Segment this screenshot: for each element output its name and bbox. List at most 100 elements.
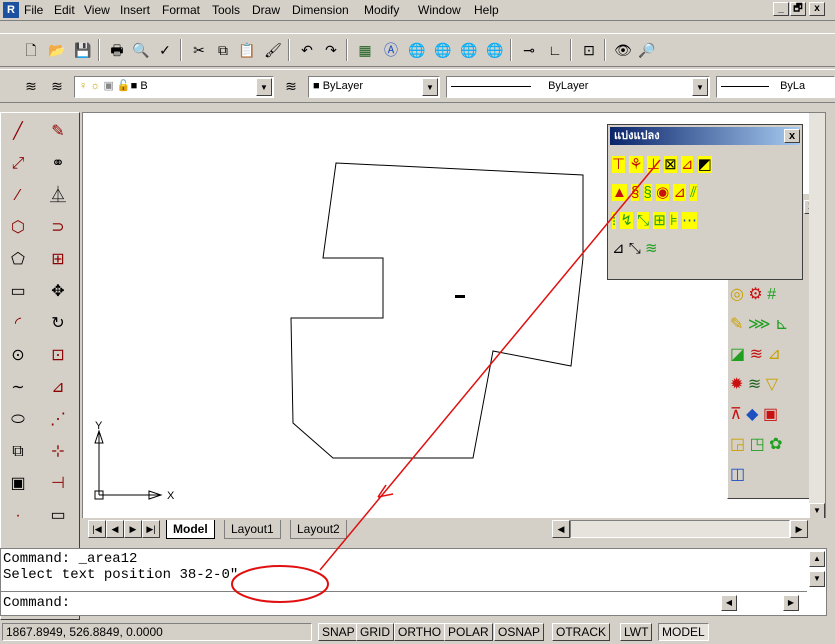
- minimize-button[interactable]: _: [773, 2, 789, 16]
- scroll-down-button[interactable]: ▼: [809, 503, 825, 519]
- ortho-icon[interactable]: ⊸: [518, 39, 540, 61]
- tool-icon[interactable]: ⁞: [612, 212, 617, 229]
- today-icon[interactable]: 🌐: [406, 39, 428, 61]
- scroll-left-button[interactable]: ◀: [552, 520, 570, 538]
- trim-icon[interactable]: ⊹: [45, 437, 71, 467]
- new-file-icon[interactable]: 🗋: [20, 39, 42, 61]
- line-icon[interactable]: ╱: [5, 117, 31, 147]
- hyperlink-icon[interactable]: 🌐: [484, 39, 506, 61]
- floating-toolbar-title[interactable]: แบ่งแปลง: [610, 127, 800, 145]
- named-views-icon[interactable]: ⊡: [578, 39, 600, 61]
- cmd-scroll-down-button[interactable]: ▼: [809, 571, 825, 587]
- tool-icon[interactable]: ⊿: [680, 156, 694, 173]
- tool-icon[interactable]: ⊿: [612, 240, 625, 257]
- ucs-icon[interactable]: ∟: [544, 39, 566, 61]
- insert-block-icon[interactable]: ⧉: [5, 437, 31, 467]
- tab-model[interactable]: Model: [166, 520, 215, 539]
- chevron-down-icon[interactable]: ▼: [422, 78, 438, 96]
- tool-icon[interactable]: ⚘: [629, 156, 643, 173]
- tool-icon[interactable]: ◆: [746, 406, 758, 423]
- tool-icon[interactable]: ⫽: [690, 184, 697, 201]
- rectangle-icon[interactable]: ▭: [5, 277, 31, 307]
- object-browser-icon[interactable]: 🌐: [458, 39, 480, 61]
- restore-button[interactable]: 🗗: [790, 2, 806, 16]
- tool-icon[interactable]: ≋: [645, 240, 658, 257]
- lineweight-dropdown[interactable]: ByLa: [716, 76, 835, 98]
- menu-modify[interactable]: Modify: [364, 3, 399, 18]
- extend-icon[interactable]: ⊣: [45, 469, 71, 499]
- close-icon[interactable]: x: [784, 129, 800, 143]
- lwt-toggle[interactable]: LWT: [620, 623, 653, 641]
- tool-icon[interactable]: ⊞: [653, 212, 666, 229]
- tool-icon[interactable]: ≋: [748, 376, 761, 393]
- ellipse-icon[interactable]: ⬭: [5, 405, 31, 435]
- print-icon[interactable]: 🖶: [106, 39, 128, 61]
- offset-icon[interactable]: ⊃: [45, 213, 71, 243]
- tool-icon[interactable]: ⊤: [612, 156, 626, 173]
- menu-tools[interactable]: Tools: [212, 3, 240, 18]
- pentagon-icon[interactable]: ⬠: [5, 245, 31, 275]
- layer-dropdown[interactable]: ♀ ☼ ▣ 🔓■ B ▼: [74, 76, 274, 98]
- tool-icon[interactable]: ≋: [750, 346, 763, 363]
- match-properties-icon[interactable]: 🖌: [262, 39, 284, 61]
- make-block-icon[interactable]: ▣: [5, 469, 31, 499]
- autodesk-point-a-icon[interactable]: Ⓐ: [380, 39, 402, 61]
- tool-icon[interactable]: ⋙: [748, 316, 771, 333]
- vertical-scrollbar[interactable]: ▼: [809, 113, 825, 519]
- tab-layout2[interactable]: Layout2: [290, 520, 347, 539]
- tool-icon[interactable]: ✹: [730, 376, 743, 393]
- zoom-realtime-icon[interactable]: 🔎: [636, 39, 658, 61]
- stretch-icon[interactable]: ⊿: [45, 373, 71, 403]
- tool-icon[interactable]: ▽: [766, 376, 778, 393]
- cmd-scroll-left-button[interactable]: ◀: [721, 595, 737, 611]
- last-tab-button[interactable]: ▶|: [142, 520, 160, 538]
- tool-icon[interactable]: ◩: [697, 156, 712, 173]
- tool-icon[interactable]: ▲: [612, 184, 627, 201]
- tool-icon[interactable]: ◉: [656, 184, 670, 201]
- point-icon[interactable]: ·: [5, 501, 31, 531]
- tool-icon[interactable]: ⊾: [775, 316, 788, 333]
- paste-icon[interactable]: 📋: [236, 39, 258, 61]
- circle-icon[interactable]: ⊙: [5, 341, 31, 371]
- tool-icon[interactable]: ⊿: [673, 184, 686, 201]
- construction-line-icon[interactable]: ⤢: [5, 149, 31, 179]
- menu-view[interactable]: View: [84, 3, 110, 18]
- polyline-icon[interactable]: ⁄: [5, 181, 31, 211]
- scale-icon[interactable]: ⊡: [45, 341, 71, 371]
- undo-icon[interactable]: ↶: [296, 39, 318, 61]
- tab-layout1[interactable]: Layout1: [224, 520, 281, 539]
- chevron-down-icon[interactable]: ▼: [256, 78, 272, 96]
- grid-toggle[interactable]: GRID: [356, 623, 394, 641]
- tool-icon[interactable]: ⋯: [682, 212, 698, 229]
- tool-icon[interactable]: ✎: [730, 316, 743, 333]
- first-tab-button[interactable]: |◀: [88, 520, 106, 538]
- tool-icon[interactable]: ⊿: [767, 346, 780, 363]
- cmd-scroll-up-button[interactable]: ▲: [809, 551, 825, 567]
- osnap-toggle[interactable]: OSNAP: [494, 623, 545, 641]
- cmd-scroll-right-button[interactable]: ▶: [783, 595, 799, 611]
- open-folder-icon[interactable]: 📂: [46, 39, 68, 61]
- layer-previous-icon[interactable]: ≋: [46, 75, 68, 97]
- chevron-down-icon[interactable]: ▼: [692, 78, 708, 96]
- color-dropdown[interactable]: ■ ByLayer ▼: [308, 76, 440, 98]
- copy-icon[interactable]: ⧉: [212, 39, 234, 61]
- prev-tab-button[interactable]: ◀: [106, 520, 124, 538]
- parcel-polygon[interactable]: [290, 162, 584, 459]
- tool-icon[interactable]: ↯: [620, 212, 633, 229]
- tool-icon[interactable]: §: [631, 184, 640, 201]
- model-toggle[interactable]: MODEL: [658, 623, 709, 641]
- design-center-icon[interactable]: ▦: [354, 39, 376, 61]
- tool-icon[interactable]: ◎: [730, 286, 744, 303]
- spell-check-icon[interactable]: ✓: [154, 39, 176, 61]
- tool-icon[interactable]: ◪: [730, 346, 745, 363]
- eye-icon[interactable]: 👁: [612, 39, 634, 61]
- tool-icon[interactable]: ◲: [730, 436, 745, 453]
- horizontal-scrollbar[interactable]: [570, 520, 790, 538]
- layer-manager-icon[interactable]: ≋: [20, 75, 42, 97]
- redo-icon[interactable]: ↷: [320, 39, 342, 61]
- otrack-toggle[interactable]: OTRACK: [552, 623, 611, 641]
- erase-icon[interactable]: ✎: [45, 117, 71, 147]
- cut-icon[interactable]: ✂: [188, 39, 210, 61]
- tool-icon[interactable]: ▣: [763, 406, 778, 423]
- move-icon[interactable]: ✥: [45, 277, 71, 307]
